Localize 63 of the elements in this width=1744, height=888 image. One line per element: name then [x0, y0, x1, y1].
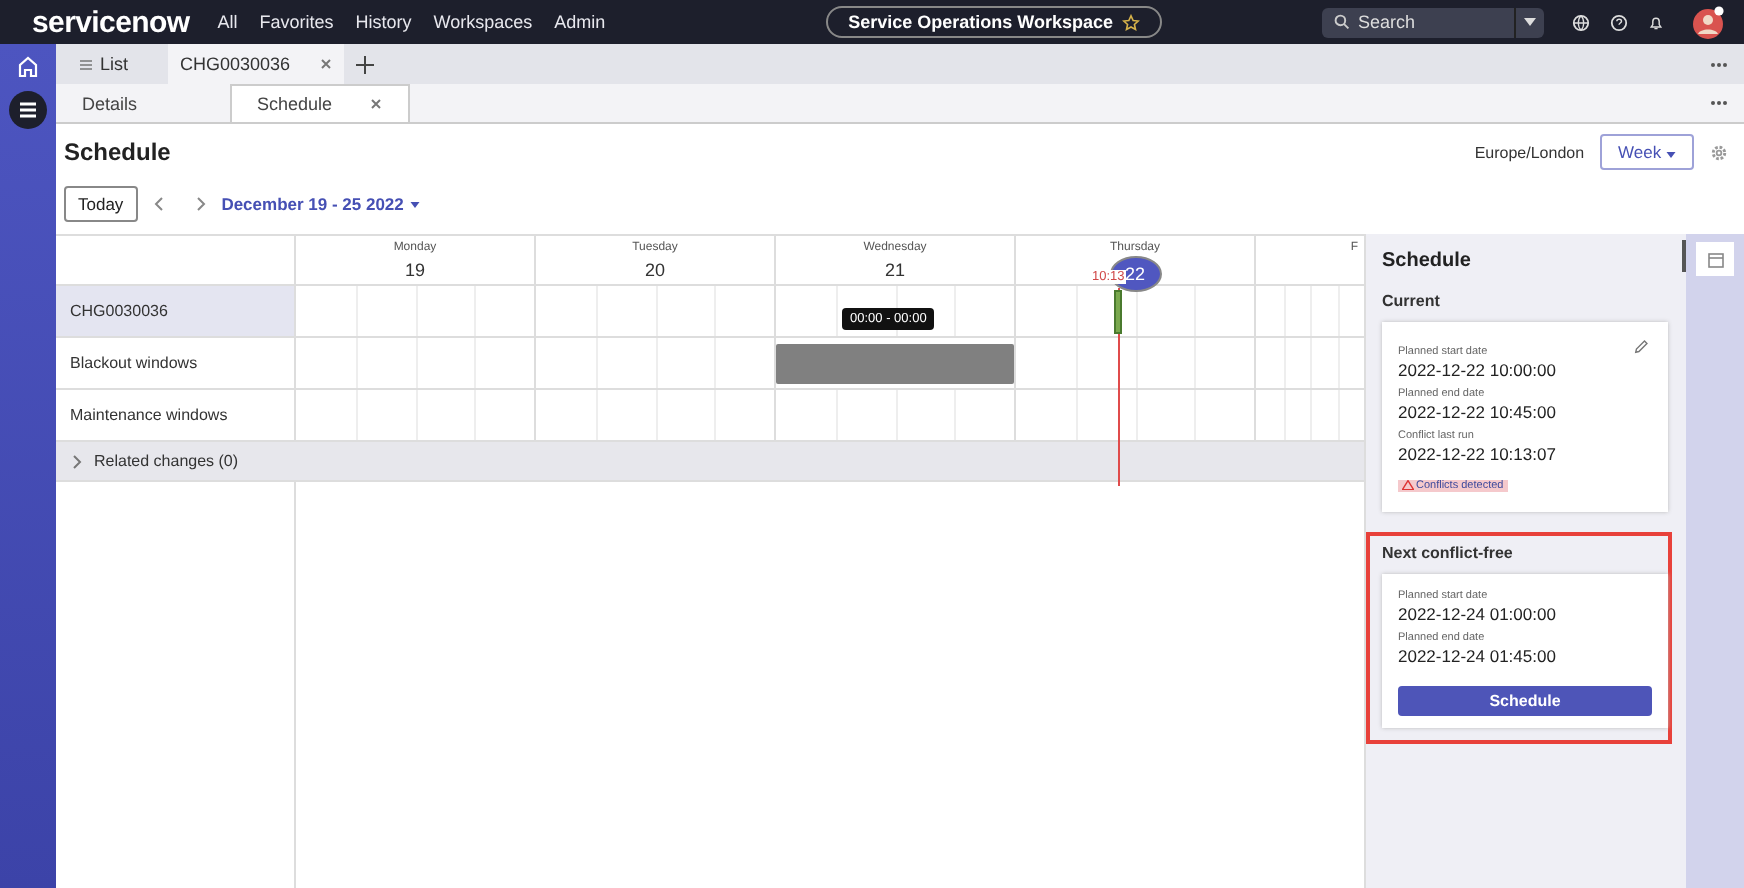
search-input[interactable]: Search: [1358, 12, 1507, 32]
day-number: 20: [644, 260, 665, 280]
logo[interactable]: servicenow: [32, 5, 190, 39]
workspace-button[interactable]: Service Operations Workspace: [826, 6, 1162, 38]
next-icon[interactable]: [195, 196, 206, 212]
bell-icon[interactable]: [1648, 13, 1665, 31]
caret-icon: [409, 201, 420, 207]
caret-icon: [1666, 152, 1676, 158]
date-range-dropdown[interactable]: December 19 - 25 2022: [221, 194, 420, 214]
avatar-icon[interactable]: [1692, 5, 1725, 39]
menu-item[interactable]: Favorites: [259, 12, 334, 32]
calendar-button[interactable]: [1696, 242, 1734, 276]
search-icon: [1334, 14, 1351, 30]
close-icon[interactable]: [320, 58, 332, 70]
day-number: 19: [404, 260, 425, 280]
caret-icon[interactable]: [1524, 18, 1537, 26]
row-label[interactable]: CHG0030036: [56, 286, 294, 338]
globe-icon[interactable]: [1572, 13, 1591, 31]
time-slot-cell[interactable]: [534, 286, 774, 338]
previous-icon[interactable]: [153, 196, 164, 212]
more-icon[interactable]: [1710, 100, 1728, 106]
panel-title: Schedule: [1380, 250, 1473, 272]
menu-item[interactable]: Admin: [554, 12, 606, 32]
record-tab[interactable]: CHG0030036: [168, 44, 344, 84]
tab[interactable]: Schedule: [229, 84, 410, 122]
field-value: 2022-12-24 01:00:00: [1398, 604, 1556, 624]
time-slot-cell[interactable]: [294, 286, 534, 338]
page-title: Schedule: [64, 138, 171, 166]
field-value: 2022-12-22 10:13:07: [1398, 444, 1556, 464]
tab[interactable]: Details: [56, 84, 164, 122]
today-button[interactable]: Today: [64, 186, 138, 222]
field-value: 2022-12-24 01:45:00: [1398, 646, 1556, 666]
row-label[interactable]: Blackout windows: [56, 338, 294, 390]
settings-icon[interactable]: [1710, 143, 1728, 161]
list-icon: [80, 59, 92, 69]
field-value: 2022-12-22 10:45:00: [1398, 402, 1556, 422]
field-value: 2022-12-22 10:00:00: [1398, 360, 1556, 380]
section-heading: Current: [1382, 292, 1442, 310]
time-slot-cell[interactable]: [294, 338, 534, 390]
change-marker[interactable]: [1114, 290, 1122, 334]
add-tab-icon[interactable]: [356, 55, 374, 73]
more-icon[interactable]: [1710, 61, 1728, 67]
menu-item[interactable]: History: [355, 12, 412, 32]
record-tab[interactable]: List: [68, 44, 168, 84]
star-icon[interactable]: [1121, 13, 1140, 31]
help-icon[interactable]: [1610, 13, 1629, 31]
related-changes-label: Related changes (0): [94, 452, 239, 470]
related-changes-row[interactable]: Related changes (0): [56, 442, 1364, 482]
section-heading: Next conflict-free: [1382, 544, 1515, 562]
view-dropdown[interactable]: Week: [1600, 134, 1694, 170]
menu-item[interactable]: All: [217, 12, 238, 32]
menu-item[interactable]: Workspaces: [433, 12, 533, 32]
search-field[interactable]: Search: [1322, 7, 1545, 37]
list-icon[interactable]: [8, 90, 48, 130]
edit-icon[interactable]: [1634, 340, 1648, 354]
schedule-button[interactable]: Schedule: [1398, 686, 1652, 716]
warning-icon: [1402, 480, 1414, 490]
home-icon[interactable]: [16, 54, 40, 78]
timezone-label: Europe/London: [1474, 143, 1585, 161]
time-slot-cell[interactable]: [534, 338, 774, 390]
day-number: 21: [884, 260, 905, 280]
calendar-icon: [1707, 251, 1723, 267]
close-icon[interactable]: [369, 98, 382, 110]
